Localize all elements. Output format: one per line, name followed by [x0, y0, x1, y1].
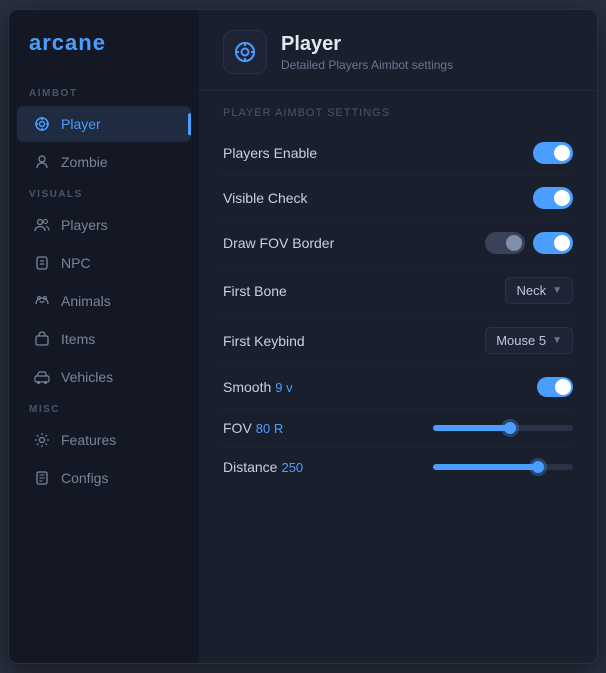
app-window: arcane AIMBOT Player: [8, 9, 598, 664]
setting-row-first-keybind: First Keybind Mouse 5 ▼: [223, 316, 573, 366]
sidebar-item-items-label: Items: [61, 331, 95, 347]
draw-fov-toggle-enable[interactable]: [533, 232, 573, 254]
main-content: Player Detailed Players Aimbot settings …: [199, 10, 597, 663]
sidebar-item-npc-label: NPC: [61, 255, 91, 271]
logo: arcane: [9, 30, 199, 80]
section-aimbot: AIMBOT: [9, 80, 199, 105]
players-enable-controls: [533, 142, 573, 164]
sidebar-item-vehicles-label: Vehicles: [61, 369, 113, 385]
settings-body: Player Aimbot Settings Players Enable Vi…: [199, 91, 597, 663]
sidebar: arcane AIMBOT Player: [9, 10, 199, 663]
sidebar-item-configs[interactable]: Configs: [17, 460, 191, 496]
distance-slider-thumb: [532, 461, 544, 473]
chevron-down-icon-2: ▼: [552, 335, 562, 346]
sidebar-item-zombie[interactable]: Zombie: [17, 144, 191, 180]
visible-check-toggle-knob: [554, 190, 570, 206]
sidebar-item-player-label: Player: [61, 116, 101, 132]
features-icon: [33, 431, 51, 449]
setting-row-smooth: Smooth9 v: [223, 366, 573, 409]
page-title: Player: [281, 32, 453, 56]
setting-row-players-enable: Players Enable: [223, 131, 573, 176]
players-enable-label: Players Enable: [223, 145, 317, 161]
smooth-toggle[interactable]: [537, 377, 573, 397]
zombie-icon: [33, 153, 51, 171]
setting-row-distance: Distance250: [223, 448, 573, 486]
smooth-toggle-knob: [555, 379, 571, 395]
sidebar-item-players-label: Players: [61, 217, 108, 233]
fov-slider-thumb: [504, 422, 516, 434]
configs-icon: [33, 469, 51, 487]
first-bone-label: First Bone: [223, 283, 287, 299]
distance-controls: [433, 464, 573, 470]
sidebar-item-players[interactable]: Players: [17, 207, 191, 243]
first-keybind-label: First Keybind: [223, 333, 305, 349]
visible-check-label: Visible Check: [223, 190, 308, 206]
draw-fov-toggle-color-knob: [506, 235, 522, 251]
target-icon: [33, 115, 51, 133]
sidebar-item-configs-label: Configs: [61, 470, 108, 486]
setting-row-first-bone: First Bone Neck ▼: [223, 266, 573, 316]
logo-text: arcane: [29, 30, 106, 56]
first-keybind-dropdown[interactable]: Mouse 5 ▼: [485, 327, 573, 354]
sidebar-item-animals[interactable]: Animals: [17, 283, 191, 319]
players-enable-toggle-knob: [554, 145, 570, 161]
smooth-controls: [537, 377, 573, 397]
visible-check-controls: [533, 187, 573, 209]
first-bone-value: Neck: [516, 283, 546, 298]
sidebar-item-vehicles[interactable]: Vehicles: [17, 359, 191, 395]
page-header: Player Detailed Players Aimbot settings: [199, 10, 597, 91]
fov-controls: [433, 425, 573, 431]
sidebar-item-player[interactable]: Player: [17, 106, 191, 142]
section-misc: MISC: [9, 396, 199, 421]
page-subtitle: Detailed Players Aimbot settings: [281, 58, 453, 72]
setting-row-visible-check: Visible Check: [223, 176, 573, 221]
first-bone-controls: Neck ▼: [505, 277, 573, 304]
sidebar-item-features[interactable]: Features: [17, 422, 191, 458]
distance-slider-fill: [433, 464, 538, 470]
sidebar-item-animals-label: Animals: [61, 293, 111, 309]
npc-icon: [33, 254, 51, 272]
setting-row-fov: FOV80 R: [223, 409, 573, 448]
vehicles-icon: [33, 368, 51, 386]
distance-label: Distance250: [223, 459, 303, 475]
sidebar-item-features-label: Features: [61, 432, 116, 448]
draw-fov-toggle-enable-knob: [554, 235, 570, 251]
first-keybind-value: Mouse 5: [496, 333, 546, 348]
fov-slider[interactable]: [433, 425, 573, 431]
players-icon: [33, 216, 51, 234]
fov-slider-fill: [433, 425, 510, 431]
distance-slider[interactable]: [433, 464, 573, 470]
draw-fov-toggle-color[interactable]: [485, 232, 525, 254]
fov-label: FOV80 R: [223, 420, 283, 436]
visible-check-toggle[interactable]: [533, 187, 573, 209]
setting-row-draw-fov: Draw FOV Border: [223, 221, 573, 266]
sidebar-item-zombie-label: Zombie: [61, 154, 108, 170]
settings-section-label: Player Aimbot Settings: [223, 107, 573, 119]
players-enable-toggle[interactable]: [533, 142, 573, 164]
section-visuals: VISUALS: [9, 181, 199, 206]
sidebar-item-items[interactable]: Items: [17, 321, 191, 357]
chevron-down-icon: ▼: [552, 285, 562, 296]
page-header-text: Player Detailed Players Aimbot settings: [281, 32, 453, 72]
smooth-label: Smooth9 v: [223, 379, 293, 395]
first-keybind-controls: Mouse 5 ▼: [485, 327, 573, 354]
draw-fov-controls: [485, 232, 573, 254]
draw-fov-label: Draw FOV Border: [223, 235, 334, 251]
sidebar-item-npc[interactable]: NPC: [17, 245, 191, 281]
first-bone-dropdown[interactable]: Neck ▼: [505, 277, 573, 304]
items-icon: [33, 330, 51, 348]
page-header-icon: [223, 30, 267, 74]
animals-icon: [33, 292, 51, 310]
